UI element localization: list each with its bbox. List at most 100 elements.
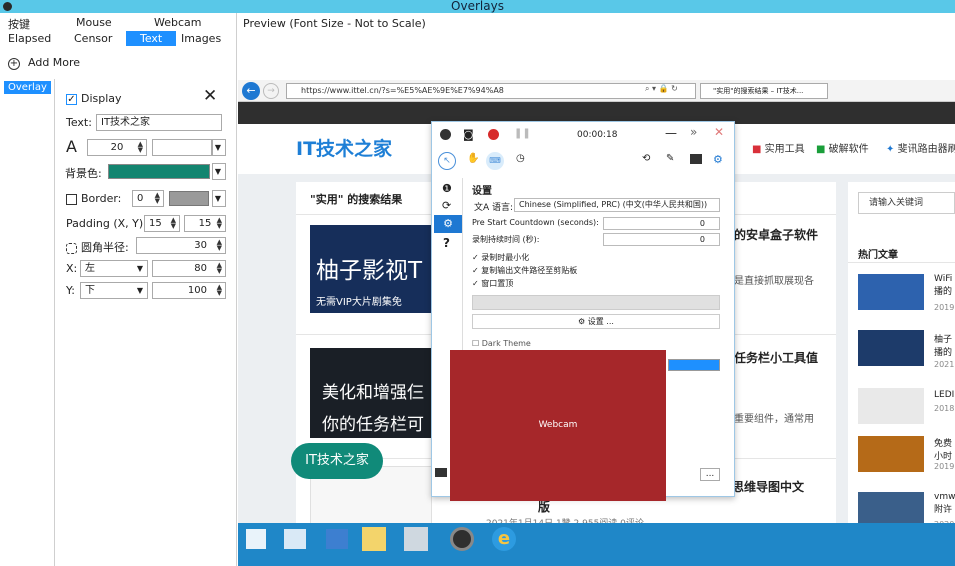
pen-icon[interactable]: ✎	[666, 153, 674, 164]
article-title-2[interactable]: 任务栏小工具值	[734, 349, 818, 366]
nav-item-tools[interactable]: ■ 实用工具	[752, 140, 805, 155]
option-copy-path[interactable]: ✓ 复制输出文件路径至剪贴板	[472, 265, 577, 276]
folder-icon[interactable]	[690, 154, 702, 164]
font-icon[interactable]: A	[66, 137, 77, 156]
webcam-overlay[interactable]: Webcam	[450, 350, 666, 501]
font-size-input[interactable]: 20 ▲ ▼	[87, 139, 147, 156]
folder-small-icon[interactable]	[435, 468, 447, 477]
history-icon[interactable]: ⟳	[442, 199, 451, 212]
background-color-swatch[interactable]	[108, 164, 210, 179]
hot-title-2[interactable]: 柚子 播的	[934, 332, 955, 358]
info-icon[interactable]: ❶	[442, 182, 452, 195]
hot-thumb-4[interactable]	[858, 436, 924, 472]
article-thumbnail-1[interactable]: 柚子影视T 无需VIP大片剧集免	[310, 225, 432, 313]
article-thumbnail-2[interactable]: 美化和增强仨 你的任务栏可	[310, 348, 432, 438]
duration-input[interactable]: 0	[603, 233, 720, 246]
more-button[interactable]: ...	[700, 468, 720, 481]
collapse-icon[interactable]: »	[690, 125, 697, 139]
cursor-mode-icon[interactable]: ↖	[438, 152, 456, 170]
search-icon[interactable]: ⌕ ▾ 🔒 ↻	[645, 84, 678, 94]
spinner-icon[interactable]: ▲ ▼	[217, 239, 222, 252]
tab-webcam[interactable]: Webcam	[154, 16, 202, 29]
hot-thumb-2[interactable]	[858, 330, 924, 366]
tab-hotkeys[interactable]: 按键	[8, 16, 30, 32]
background-color-dropdown[interactable]: ▼	[212, 163, 226, 180]
record-icon[interactable]	[488, 129, 499, 140]
add-more-button[interactable]: + Add More	[8, 56, 80, 70]
font-color-picker[interactable]	[152, 139, 212, 156]
windows-start-icon[interactable]	[246, 529, 266, 549]
border-size-input[interactable]: 0 ▲ ▼	[132, 190, 164, 207]
article-title-1[interactable]: 的安卓盒子软件	[734, 226, 818, 243]
folder-icon[interactable]	[362, 527, 386, 551]
padding-y-input[interactable]: 15 ▲ ▼	[184, 215, 226, 232]
tab-images[interactable]: Images	[181, 32, 221, 45]
site-search-input[interactable]: 请输入关键词	[858, 192, 955, 214]
spinner-icon[interactable]: ▲ ▼	[155, 192, 160, 205]
settings-nav-icon[interactable]: ⚙	[434, 215, 462, 233]
powershell-icon[interactable]	[326, 529, 348, 549]
accent-color-select[interactable]	[668, 359, 720, 371]
padding-y-value: 15	[198, 218, 212, 229]
spinner-icon[interactable]: ▲ ▼	[171, 217, 176, 230]
file-explorer-icon[interactable]	[284, 529, 306, 549]
display-toggle[interactable]: ✓ Display	[66, 92, 122, 105]
blank-button[interactable]	[472, 295, 720, 310]
dark-theme-toggle[interactable]: ☐ Dark Theme	[472, 339, 531, 348]
language-select[interactable]: Chinese (Simplified, PRC) (中文(中华人民共和国))	[514, 198, 720, 212]
back-icon[interactable]: ←	[242, 82, 260, 100]
spinner-icon[interactable]: ▲ ▼	[217, 217, 222, 230]
close-icon[interactable]: ✕	[714, 125, 724, 139]
nav-item-router[interactable]: ✦ 斐讯路由器刷	[886, 140, 955, 155]
screen-icon[interactable]	[440, 129, 451, 140]
hot-title-1[interactable]: WiFi 播的	[934, 274, 955, 297]
hand-icon[interactable]: ✋	[467, 153, 479, 164]
pause-icon[interactable]: ❚❚	[514, 128, 531, 139]
border-color-swatch[interactable]	[169, 191, 209, 206]
text-overlay-bubble[interactable]: IT技术之家	[291, 443, 383, 479]
hot-title-4[interactable]: 免费 小时	[934, 436, 955, 462]
countdown-input[interactable]: 0	[603, 217, 720, 230]
spinner-icon[interactable]: ▲ ▼	[217, 284, 222, 297]
border-toggle[interactable]: Border:	[66, 192, 121, 205]
padding-x-input[interactable]: 15 ▲ ▼	[144, 215, 180, 232]
hot-title-3[interactable]: LEDI	[934, 390, 955, 400]
hot-title-5[interactable]: vmwa 附许	[934, 492, 955, 515]
site-brand[interactable]: IT技术之家	[296, 134, 392, 161]
settings-button[interactable]: ⚙ 设置 ...	[472, 314, 720, 329]
tab-mouse[interactable]: Mouse	[76, 16, 112, 29]
font-color-dropdown[interactable]: ▼	[212, 139, 226, 156]
recorder-app-icon[interactable]	[450, 527, 474, 551]
help-icon[interactable]: ?	[443, 236, 450, 250]
forward-icon[interactable]: →	[263, 83, 279, 99]
address-bar[interactable]: https://www.ittel.cn/?s=%E5%AE%9E%E7%94%…	[286, 83, 696, 99]
hot-thumb-1[interactable]	[858, 274, 924, 310]
option-minimize[interactable]: ✓ 录制时最小化	[472, 252, 529, 263]
tab-text[interactable]: Text	[126, 31, 177, 46]
timer-icon[interactable]: ◷	[516, 153, 525, 164]
gear-icon[interactable]: ⚙	[713, 153, 723, 166]
y-align-select[interactable]: 下 ▼	[80, 282, 148, 299]
browser-tab[interactable]: "实用"的搜索结果 – IT技术...	[700, 83, 828, 99]
hot-thumb-3[interactable]	[858, 388, 924, 424]
refresh-icon[interactable]: ⟲	[642, 153, 650, 164]
x-value-input[interactable]: 80 ▲ ▼	[152, 260, 226, 277]
overlay-list-item[interactable]: Overlay	[4, 81, 51, 94]
tab-elapsed[interactable]: Elapsed	[8, 32, 51, 45]
close-icon[interactable]: ✕	[203, 88, 217, 105]
spinner-icon[interactable]: ▲ ▼	[217, 262, 222, 275]
image-viewer-icon[interactable]	[404, 527, 428, 551]
x-align-select[interactable]: 左 ▼	[80, 260, 148, 277]
radius-input[interactable]: 30 ▲ ▼	[136, 237, 226, 254]
spinner-icon[interactable]: ▲ ▼	[138, 141, 143, 154]
camera-icon[interactable]: ◙	[463, 128, 474, 141]
option-topmost[interactable]: ✓ 窗口置顶	[472, 278, 513, 289]
y-value-input[interactable]: 100 ▲ ▼	[152, 282, 226, 299]
text-input[interactable]: IT技术之家	[96, 114, 222, 131]
minimize-icon[interactable]: —	[665, 126, 677, 140]
tab-censor[interactable]: Censor	[74, 32, 112, 45]
ie-browser-icon[interactable]: e	[492, 527, 516, 551]
border-color-dropdown[interactable]: ▼	[212, 190, 226, 207]
nav-item-cracked[interactable]: ■ 破解软件	[816, 140, 869, 155]
mouse-clicks-icon[interactable]: ⌨	[486, 152, 504, 170]
